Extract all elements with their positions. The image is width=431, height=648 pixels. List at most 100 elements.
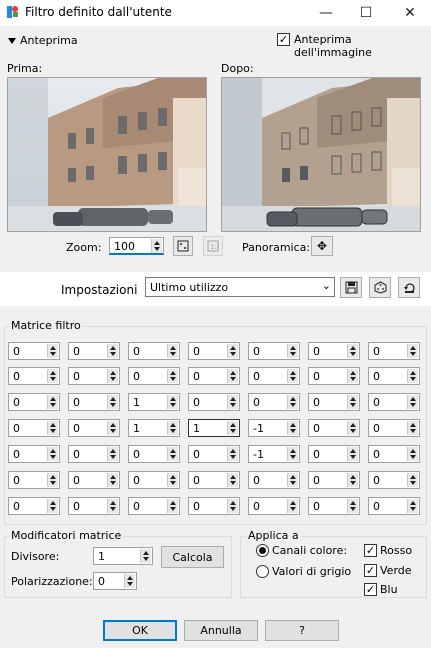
matrix-cell-stepper-arrows[interactable]	[47, 421, 58, 435]
matrix-cell-stepper-arrows[interactable]	[47, 499, 58, 513]
matrix-cell-stepper-arrows[interactable]	[47, 447, 58, 461]
green-checkbox[interactable]: ✓	[364, 564, 377, 577]
matrix-cell-stepper-arrows[interactable]	[407, 421, 418, 435]
matrix-cell[interactable]: 0	[68, 367, 120, 385]
matrix-cell[interactable]: 0	[368, 393, 420, 411]
matrix-cell-stepper-arrows[interactable]	[347, 499, 358, 513]
matrix-cell-stepper-arrows[interactable]	[407, 395, 418, 409]
matrix-cell-stepper-arrows[interactable]	[287, 421, 298, 435]
matrix-cell-stepper-arrows[interactable]	[407, 447, 418, 461]
matrix-cell-stepper-arrows[interactable]	[407, 369, 418, 383]
matrix-cell[interactable]: 0	[8, 342, 60, 360]
matrix-cell[interactable]: 0	[308, 342, 360, 360]
matrix-cell[interactable]: 0	[308, 419, 360, 437]
matrix-cell-stepper-arrows[interactable]	[107, 499, 118, 513]
matrix-cell-stepper-arrows[interactable]	[227, 447, 238, 461]
matrix-cell-stepper-arrows[interactable]	[287, 447, 298, 461]
matrix-cell[interactable]: 0	[308, 471, 360, 489]
matrix-cell-stepper-arrows[interactable]	[167, 499, 178, 513]
preview-toggle[interactable]: Anteprima	[8, 34, 78, 47]
matrix-cell-stepper-arrows[interactable]	[107, 369, 118, 383]
matrix-cell-stepper-arrows[interactable]	[167, 344, 178, 358]
divisor-stepper-arrows[interactable]	[140, 549, 151, 563]
zoom-stepper-arrows[interactable]	[151, 239, 162, 253]
matrix-cell[interactable]: 0	[248, 342, 300, 360]
matrix-cell-stepper-arrows[interactable]	[107, 447, 118, 461]
matrix-cell-stepper-arrows[interactable]	[227, 473, 238, 487]
matrix-cell[interactable]: 0	[368, 342, 420, 360]
ok-button[interactable]: OK	[103, 620, 177, 641]
matrix-cell[interactable]: 0	[188, 445, 240, 463]
matrix-cell[interactable]: 0	[68, 445, 120, 463]
matrix-cell[interactable]: 0	[308, 497, 360, 515]
matrix-cell-stepper-arrows[interactable]	[167, 473, 178, 487]
bias-stepper-arrows[interactable]	[124, 574, 135, 588]
matrix-cell[interactable]: 0	[188, 393, 240, 411]
matrix-cell-stepper-arrows[interactable]	[47, 395, 58, 409]
matrix-cell-stepper-arrows[interactable]	[107, 395, 118, 409]
matrix-cell-stepper-arrows[interactable]	[287, 499, 298, 513]
matrix-cell[interactable]: 0	[68, 342, 120, 360]
matrix-cell[interactable]: 0	[188, 367, 240, 385]
reset-button[interactable]	[398, 277, 420, 298]
matrix-cell[interactable]: -1	[248, 445, 300, 463]
matrix-cell[interactable]: 0	[308, 393, 360, 411]
matrix-cell[interactable]: 0	[8, 445, 60, 463]
matrix-cell-stepper-arrows[interactable]	[407, 499, 418, 513]
close-icon[interactable]: ✕	[389, 0, 431, 26]
matrix-cell[interactable]: 0	[68, 471, 120, 489]
maximize-icon[interactable]: ☐	[345, 0, 387, 26]
matrix-cell[interactable]: 0	[68, 497, 120, 515]
matrix-cell[interactable]: 0	[308, 445, 360, 463]
cancel-button[interactable]: Annulla	[184, 620, 258, 641]
matrix-cell-stepper-arrows[interactable]	[167, 395, 178, 409]
matrix-cell[interactable]: 0	[248, 497, 300, 515]
matrix-cell-stepper-arrows[interactable]	[347, 447, 358, 461]
matrix-cell[interactable]: 0	[248, 393, 300, 411]
matrix-cell-stepper-arrows[interactable]	[227, 344, 238, 358]
preset-select[interactable]: Ultimo utilizzo ⌄	[145, 277, 335, 297]
matrix-cell[interactable]: 0	[8, 471, 60, 489]
color-channels-radio[interactable]	[256, 544, 269, 557]
matrix-cell[interactable]: 0	[8, 367, 60, 385]
matrix-cell[interactable]: 1	[188, 419, 240, 437]
matrix-cell[interactable]: 0	[368, 419, 420, 437]
matrix-cell-stepper-arrows[interactable]	[167, 369, 178, 383]
matrix-cell-stepper-arrows[interactable]	[347, 473, 358, 487]
matrix-cell-stepper-arrows[interactable]	[227, 499, 238, 513]
matrix-cell[interactable]: 0	[188, 497, 240, 515]
matrix-cell[interactable]: 0	[128, 445, 180, 463]
matrix-cell-stepper-arrows[interactable]	[167, 421, 178, 435]
matrix-cell[interactable]: 0	[368, 497, 420, 515]
matrix-cell-stepper-arrows[interactable]	[407, 344, 418, 358]
matrix-cell[interactable]: 0	[68, 393, 120, 411]
pan-button[interactable]: ✥	[311, 236, 333, 256]
matrix-cell[interactable]: 0	[188, 471, 240, 489]
matrix-cell[interactable]: 1	[128, 393, 180, 411]
zoom-fit-button[interactable]	[173, 236, 193, 256]
bias-spinner[interactable]: 0	[93, 572, 137, 590]
save-preset-button[interactable]	[340, 277, 362, 298]
matrix-cell-stepper-arrows[interactable]	[47, 369, 58, 383]
matrix-cell-stepper-arrows[interactable]	[347, 344, 358, 358]
image-preview-checkbox[interactable]: ✓	[277, 33, 290, 46]
matrix-cell[interactable]: 0	[368, 367, 420, 385]
matrix-cell[interactable]: 1	[128, 419, 180, 437]
blue-checkbox[interactable]: ✓	[364, 583, 377, 596]
matrix-cell-stepper-arrows[interactable]	[47, 473, 58, 487]
matrix-cell[interactable]: 0	[248, 471, 300, 489]
matrix-cell-stepper-arrows[interactable]	[287, 395, 298, 409]
matrix-cell-stepper-arrows[interactable]	[227, 421, 238, 435]
matrix-cell-stepper-arrows[interactable]	[287, 473, 298, 487]
matrix-cell-stepper-arrows[interactable]	[47, 344, 58, 358]
matrix-cell[interactable]: 0	[368, 445, 420, 463]
matrix-cell[interactable]: 0	[8, 497, 60, 515]
matrix-cell-stepper-arrows[interactable]	[287, 369, 298, 383]
help-button[interactable]: ?	[265, 620, 339, 641]
matrix-cell[interactable]: 0	[128, 471, 180, 489]
matrix-cell-stepper-arrows[interactable]	[107, 344, 118, 358]
matrix-cell-stepper-arrows[interactable]	[167, 447, 178, 461]
matrix-cell[interactable]: 0	[128, 342, 180, 360]
matrix-cell-stepper-arrows[interactable]	[347, 369, 358, 383]
matrix-cell[interactable]: 0	[68, 419, 120, 437]
